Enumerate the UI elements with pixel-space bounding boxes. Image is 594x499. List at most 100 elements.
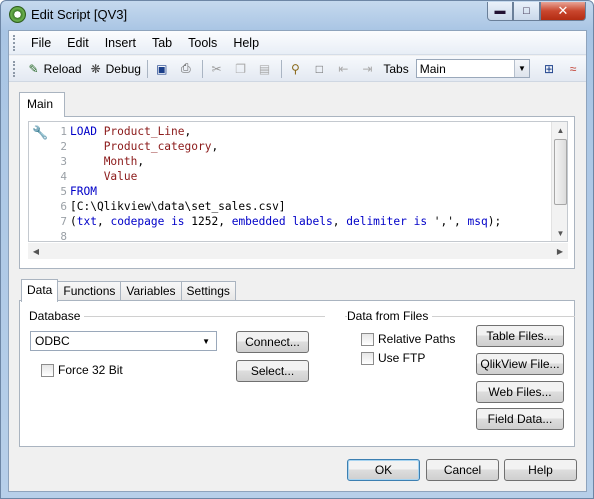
menu-edit[interactable]: Edit [59, 34, 97, 52]
toolbar-separator [146, 59, 148, 78]
minimize-button[interactable]: ▬ [487, 2, 513, 21]
force-32-bit-checkbox[interactable]: Force 32 Bit [41, 363, 123, 377]
toolbar-separator [201, 59, 203, 78]
code-token: Value [103, 170, 138, 183]
line-gutter: 🔧 1 2 3 4 5 6 7 8 [29, 122, 69, 241]
close-button[interactable]: ✕ [540, 2, 586, 21]
chevron-down-icon: ▼ [202, 336, 210, 346]
syntax-check-button[interactable]: ≈ [562, 58, 586, 80]
line-number: 7 [60, 215, 67, 228]
checkbox-box[interactable] [361, 351, 374, 365]
debug-bug-icon: ❋ [90, 61, 101, 76]
cancel-button[interactable]: Cancel [426, 459, 499, 481]
maximize-button[interactable]: □ [513, 2, 540, 21]
code-token: ',', [427, 215, 468, 228]
code-line[interactable]: Value [70, 169, 501, 184]
reload-button[interactable]: ✎ Reload [23, 58, 85, 80]
toolbar: ✎ Reload ❋ Debug ▣ ⎙ ✂ ❐ ▤ ⚲ □ ⇤ ⇥ Tabs … [9, 56, 586, 82]
line-number: 5 [60, 185, 67, 198]
demote-tab-button[interactable]: ⇥ [356, 58, 380, 80]
menu-tools[interactable]: Tools [180, 34, 225, 52]
code-line[interactable]: Month, [70, 154, 501, 169]
code-token: embedded labels [231, 215, 333, 228]
code-token: FROM [70, 185, 97, 198]
code-token: Product_category [103, 140, 212, 153]
code-token: delimiter is [346, 215, 428, 228]
line-number: 3 [60, 155, 67, 168]
menu-help[interactable]: Help [225, 34, 267, 52]
code-line[interactable]: FROM [70, 184, 501, 199]
scroll-up-icon[interactable]: ▲ [552, 122, 567, 138]
menu-tab[interactable]: Tab [144, 34, 180, 52]
tab-settings[interactable]: Settings [180, 281, 236, 301]
print-button[interactable]: ⎙ [175, 58, 199, 80]
code-token: , [184, 125, 192, 138]
web-files-button[interactable]: Web Files... [476, 381, 564, 403]
code-line[interactable]: [C:\Qlikview\data\set_sales.csv] [70, 199, 501, 214]
menu-file[interactable]: File [23, 34, 59, 52]
scroll-thumb[interactable] [554, 139, 567, 205]
code-line[interactable] [70, 229, 501, 241]
code-token: [C:\Qlikview\data\set_sales.csv] [70, 200, 286, 213]
line-number: 6 [60, 200, 67, 213]
script-panel: 🔧 1 2 3 4 5 6 7 8 LOAD Product_Line, Product_ca… [19, 116, 575, 269]
help-button[interactable]: Help [504, 459, 577, 481]
database-combobox[interactable]: ODBC ▼ [30, 331, 217, 351]
table-files-button[interactable]: Table Files... [476, 325, 564, 347]
scroll-down-icon[interactable]: ▼ [552, 225, 567, 241]
search-icon: ⚲ [290, 61, 300, 76]
ok-button[interactable]: OK [347, 459, 420, 481]
table-viewer-button[interactable]: ⊞ [538, 58, 562, 80]
code-line[interactable]: LOAD Product_Line, [70, 124, 501, 139]
force-32-bit-label: Force 32 Bit [58, 363, 123, 377]
print-icon: ⎙ [180, 61, 191, 75]
find-button[interactable]: ⚲ [284, 58, 308, 80]
dialog-client-area: File Edit Insert Tab Tools Help ✎ Reload… [8, 30, 587, 492]
tab-select-dropdown[interactable]: Main ▼ [415, 59, 531, 78]
script-tab-main[interactable]: Main [19, 92, 65, 117]
relative-paths-checkbox[interactable]: Relative Paths [361, 332, 455, 346]
checkbox-box[interactable] [41, 363, 54, 377]
tab-variables[interactable]: Variables [120, 281, 182, 301]
toolbar-grip[interactable] [13, 60, 17, 77]
toolbar-separator [280, 59, 282, 78]
close-icon: ✕ [557, 3, 569, 18]
select-button[interactable]: Select... [236, 360, 309, 382]
title-bar[interactable]: Edit Script [QV3] ▬ □ ✕ [1, 1, 593, 29]
menubar-grip[interactable] [13, 34, 17, 51]
tab-functions[interactable]: Functions [57, 281, 122, 301]
connect-button[interactable]: Connect... [236, 331, 309, 353]
code-token: Product_Line [103, 125, 185, 138]
copy-button[interactable]: ❐ [230, 58, 254, 80]
debug-button[interactable]: ❋ Debug [85, 58, 144, 80]
editor-vertical-scrollbar[interactable]: ▲ ▼ [551, 122, 567, 241]
cut-button[interactable]: ✂ [206, 58, 230, 80]
script-code[interactable]: LOAD Product_Line, Product_category, Mon… [70, 124, 501, 241]
checkbox-box[interactable] [361, 332, 374, 346]
save-button[interactable]: ▣ [151, 58, 175, 80]
code-token: , [211, 140, 219, 153]
field-data-button[interactable]: Field Data... [476, 408, 564, 430]
line-number: 2 [60, 140, 67, 153]
paste-button[interactable]: ▤ [254, 58, 278, 80]
promote-tab-icon: ⇤ [338, 61, 349, 76]
minimize-icon: ▬ [494, 5, 506, 17]
editor-horizontal-scrollbar[interactable]: ◀ ▶ [28, 243, 568, 259]
files-group-label: Data from Files [347, 309, 433, 323]
scroll-left-icon[interactable]: ◀ [28, 243, 44, 259]
line-number: 4 [60, 170, 67, 183]
code-line[interactable]: (txt, codepage is 1252, embedded labels,… [70, 214, 501, 229]
new-tab-button[interactable]: □ [308, 58, 332, 80]
qlikview-file-button[interactable]: QlikView File... [476, 353, 564, 375]
code-token: , [332, 215, 347, 228]
scroll-right-icon[interactable]: ▶ [552, 243, 568, 259]
tab-data[interactable]: Data [21, 279, 59, 302]
script-editor[interactable]: 🔧 1 2 3 4 5 6 7 8 LOAD Product_Line, Product_ca… [28, 121, 568, 242]
promote-tab-button[interactable]: ⇤ [332, 58, 356, 80]
save-icon: ▣ [156, 61, 168, 76]
menu-insert[interactable]: Insert [97, 34, 144, 52]
use-ftp-checkbox[interactable]: Use FTP [361, 351, 425, 365]
code-line[interactable]: Product_category, [70, 139, 501, 154]
line-number: 8 [60, 230, 67, 242]
